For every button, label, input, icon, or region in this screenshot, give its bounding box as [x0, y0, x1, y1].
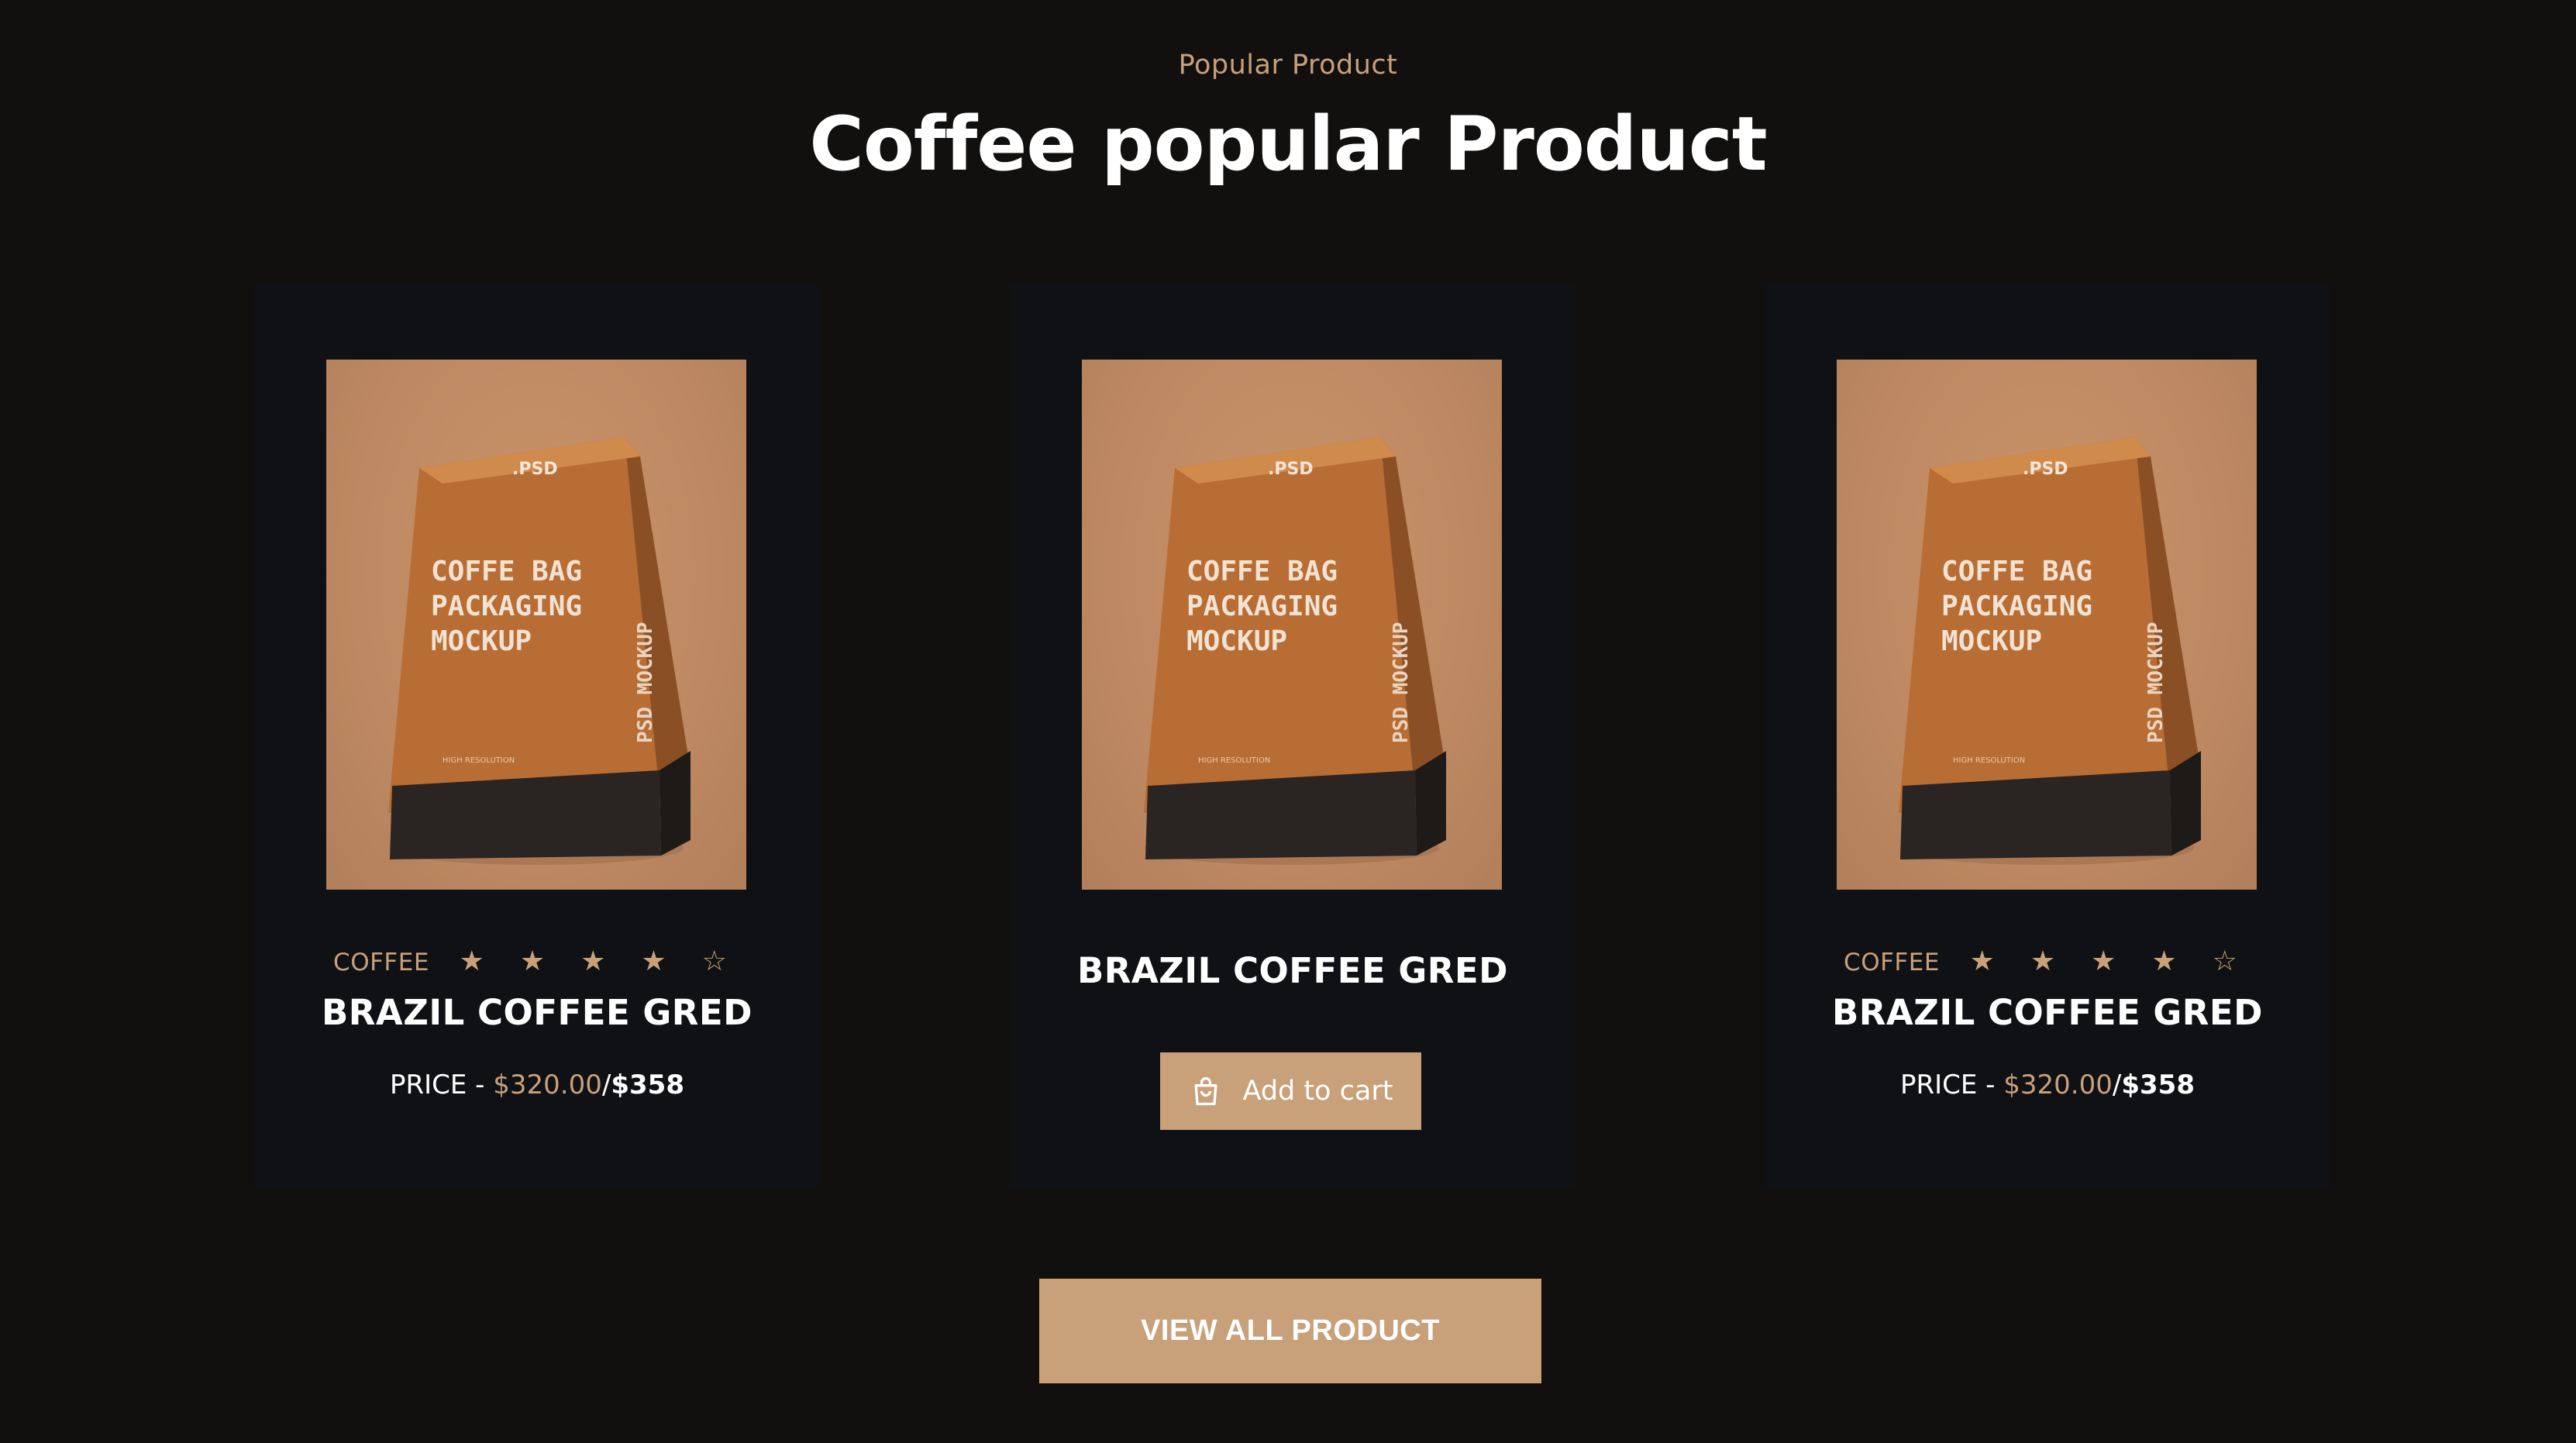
svg-text:.PSD: .PSD — [512, 460, 558, 479]
coffee-bag-image: .PSD COFFE BAG PACKAGING MOCKUP PSD MOCK… — [1144, 437, 1446, 865]
price-regular: $358 — [2121, 1069, 2195, 1100]
add-to-cart-label: Add to cart — [1242, 1076, 1393, 1107]
price-label: PRICE - — [390, 1069, 494, 1100]
svg-text:.PSD: .PSD — [1268, 460, 1314, 479]
svg-text:PACKAGING: PACKAGING — [1941, 591, 2092, 622]
price-separator: / — [601, 1069, 611, 1100]
price-separator: / — [2112, 1069, 2122, 1100]
price-label: PRICE - — [1900, 1069, 2004, 1100]
svg-text:PSD MOCKUP: PSD MOCKUP — [2144, 622, 2168, 743]
price-sale: $320.00 — [2003, 1069, 2113, 1100]
svg-text:MOCKUP: MOCKUP — [1941, 625, 2042, 657]
product-image[interactable]: .PSD COFFE BAG PACKAGING MOCKUP PSD MOCK… — [1082, 360, 1502, 890]
add-to-cart-button[interactable]: Add to cart — [1160, 1052, 1421, 1130]
section-title: Coffee popular Product — [809, 101, 1767, 188]
price-regular: $358 — [611, 1069, 684, 1100]
svg-text:COFFE BAG: COFFE BAG — [1186, 556, 1338, 587]
price-sale: $320.00 — [493, 1069, 602, 1100]
product-card[interactable]: .PSD COFFE BAG PACKAGING MOCKUP PSD MOCK… — [1765, 284, 2330, 1189]
svg-text:COFFE BAG: COFFE BAG — [431, 556, 582, 587]
svg-text:PSD MOCKUP: PSD MOCKUP — [634, 622, 657, 743]
svg-text:HIGH RESOLUTION: HIGH RESOLUTION — [1953, 756, 2025, 765]
product-category[interactable]: COFFEE — [1844, 949, 1940, 976]
product-image[interactable]: .PSD COFFE BAG PACKAGING MOCKUP PSD MOCK… — [1837, 360, 2257, 890]
product-image[interactable]: .PSD COFFE BAG PACKAGING MOCKUP PSD MOCK… — [326, 360, 746, 890]
product-meta: COFFEE ★ ★ ★ ★ ☆ — [1765, 945, 2330, 977]
svg-text:PACKAGING: PACKAGING — [1186, 591, 1338, 622]
svg-text:COFFE BAG: COFFE BAG — [1941, 556, 2092, 587]
svg-text:.PSD: .PSD — [2023, 460, 2068, 479]
shopping-bag-icon — [1194, 1076, 1217, 1106]
product-category[interactable]: COFFEE — [333, 949, 429, 976]
product-name[interactable]: BRAZIL COFFEE GRED — [1010, 950, 1576, 991]
product-name[interactable]: BRAZIL COFFEE GRED — [254, 992, 820, 1033]
product-card[interactable]: .PSD COFFE BAG PACKAGING MOCKUP PSD MOCK… — [1010, 284, 1576, 1189]
svg-text:HIGH RESOLUTION: HIGH RESOLUTION — [1198, 756, 1270, 765]
coffee-bag-image: .PSD COFFE BAG PACKAGING MOCKUP PSD MOCK… — [388, 437, 690, 865]
svg-text:MOCKUP: MOCKUP — [431, 625, 532, 657]
svg-text:HIGH RESOLUTION: HIGH RESOLUTION — [443, 756, 515, 765]
product-name[interactable]: BRAZIL COFFEE GRED — [1765, 992, 2330, 1033]
rating-stars: ★ ★ ★ ★ ☆ — [459, 945, 741, 976]
section-eyebrow: Popular Product — [1178, 50, 1398, 81]
svg-text:PSD MOCKUP: PSD MOCKUP — [1390, 622, 1413, 743]
product-meta: COFFEE ★ ★ ★ ★ ☆ — [254, 945, 820, 977]
view-all-products-button[interactable]: VIEW ALL PRODUCT — [1039, 1279, 1541, 1383]
product-price: PRICE - $320.00/$358 — [254, 1069, 820, 1100]
product-card[interactable]: .PSD COFFE BAG PACKAGING MOCKUP PSD MOCK… — [254, 284, 820, 1189]
rating-stars: ★ ★ ★ ★ ☆ — [1969, 945, 2251, 976]
product-price: PRICE - $320.00/$358 — [1765, 1069, 2330, 1100]
svg-text:MOCKUP: MOCKUP — [1186, 625, 1287, 657]
coffee-bag-image: .PSD COFFE BAG PACKAGING MOCKUP PSD MOCK… — [1899, 437, 2201, 865]
svg-text:PACKAGING: PACKAGING — [431, 591, 582, 622]
